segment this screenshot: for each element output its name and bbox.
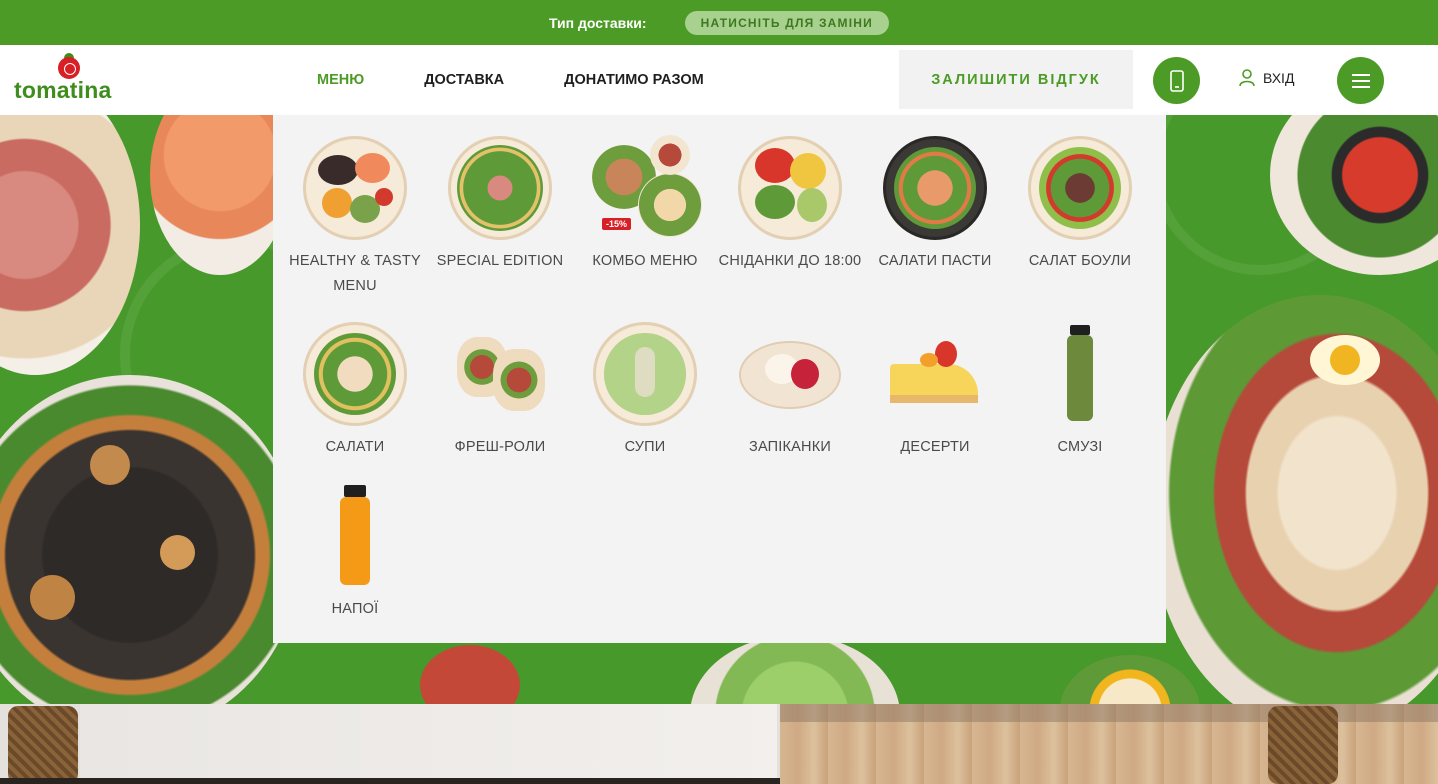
salad-prosciutto-icon (445, 133, 555, 243)
category-label: СУПИ (624, 439, 666, 455)
menu-icon (1351, 73, 1370, 88)
category-special-edition[interactable]: SPECIAL EDITION (425, 133, 575, 274)
category-breakfasts[interactable]: СНІДАНКИ ДО 18:00 (715, 133, 865, 274)
user-icon (1239, 69, 1255, 87)
login-link[interactable]: ВХІД (1239, 69, 1294, 87)
category-label: СМУЗІ (1057, 439, 1103, 455)
cream-soup-icon (590, 319, 700, 429)
category-healthy-tasty[interactable]: HEALTHY & TASTY MENU (280, 133, 430, 299)
category-label: ФРЕШ-РОЛИ (454, 439, 546, 455)
casserole-icon (735, 319, 845, 429)
menu-dropdown: HEALTHY & TASTY MENU SPECIAL EDITION -15… (273, 115, 1166, 643)
tomatina-logo[interactable]: tomatina (14, 53, 126, 105)
category-label: ДЕСЕРТИ (900, 439, 970, 455)
basket-image (8, 706, 78, 784)
phone-button[interactable] (1153, 57, 1200, 104)
delivery-type-label: Тип доставки: (549, 14, 647, 31)
category-drinks[interactable]: НАПОЇ (280, 481, 430, 622)
login-label: ВХІД (1263, 70, 1295, 86)
category-desserts[interactable]: ДЕСЕРТИ (860, 319, 1010, 460)
shrimp-salad-icon (880, 133, 990, 243)
change-delivery-button[interactable]: НАТИСНІТЬ ДЛЯ ЗАМІНИ (684, 10, 889, 35)
site-header: tomatina МЕНЮ ДОСТАВКА ДОНАТИМО РАЗОМ ЗА… (0, 45, 1438, 115)
smoothie-bottle-icon (1025, 319, 1135, 429)
prosciutto-plate-image (0, 115, 140, 375)
category-fresh-rolls[interactable]: ФРЕШ-РОЛИ (425, 319, 575, 460)
category-label: САЛАТ БОУЛИ (1028, 253, 1132, 269)
nav-menu[interactable]: МЕНЮ (317, 72, 364, 88)
category-smoothies[interactable]: СМУЗІ (1005, 319, 1155, 460)
salad-bowl-icon (1025, 133, 1135, 243)
phone-icon (1169, 69, 1184, 92)
discount-badge: -15% (602, 218, 632, 230)
delivery-type-bar: Тип доставки: НАТИСНІТЬ ДЛЯ ЗАМІНИ (0, 0, 1438, 45)
leave-review-button[interactable]: ЗАЛИШИТИ ВІДГУК (899, 50, 1133, 109)
category-label: САЛАТИ (325, 439, 385, 455)
main-nav: МЕНЮ ДОСТАВКА ДОНАТИМО РАЗОМ (317, 45, 704, 115)
hamburger-menu-button[interactable] (1337, 57, 1384, 104)
category-label: НАПОЇ (331, 601, 379, 617)
category-soups[interactable]: СУПИ (570, 319, 720, 460)
category-salads[interactable]: САЛАТИ (280, 319, 430, 460)
category-label: КОМБО МЕНЮ (592, 253, 698, 269)
juice-bottle-icon (300, 481, 410, 591)
chicken-salad-icon (300, 319, 410, 429)
breakfast-plate-icon (735, 133, 845, 243)
category-label: САЛАТИ ПАСТИ (878, 253, 992, 269)
logo-text: tomatina (14, 77, 112, 103)
category-label: HEALTHY & TASTY MENU (289, 253, 421, 294)
nav-delivery[interactable]: ДОСТАВКА (424, 72, 504, 88)
cheesecake-icon (880, 319, 990, 429)
combo-plates-icon: -15% (590, 133, 702, 243)
category-label: СНІДАНКИ ДО 18:00 (718, 253, 862, 269)
category-label: SPECIAL EDITION (436, 253, 564, 269)
interior-photo-strip (0, 704, 1438, 784)
bowl-healthy-icon (300, 133, 410, 243)
category-pasta-salads[interactable]: САЛАТИ ПАСТИ (860, 133, 1010, 274)
tomato-icon (58, 57, 80, 79)
wrap-rolls-icon (445, 319, 555, 429)
category-salad-bowls[interactable]: САЛАТ БОУЛИ (1005, 133, 1155, 274)
basket-image (1268, 706, 1338, 784)
nav-donate-together[interactable]: ДОНАТИМО РАЗОМ (564, 72, 704, 88)
chicken-salad-plate-image (1150, 295, 1438, 705)
category-combo-menu[interactable]: -15% КОМБО МЕНЮ (570, 133, 720, 274)
category-casseroles[interactable]: ЗАПІКАНКИ (715, 319, 865, 460)
category-label: ЗАПІКАНКИ (749, 439, 831, 455)
edamame-bowl-image (690, 635, 900, 705)
